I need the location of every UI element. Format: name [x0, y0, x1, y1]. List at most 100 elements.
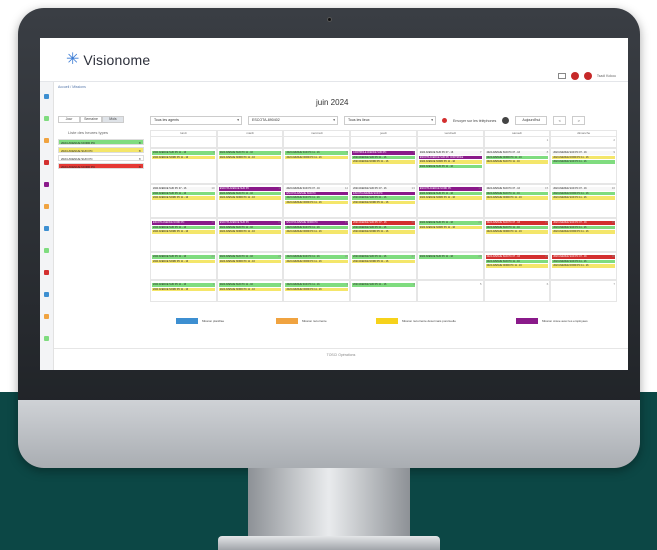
calendar-event[interactable]: 2024 AVENUE SUD PC 11 - 16	[285, 196, 349, 200]
calendar-day-cell[interactable]: 2 2024 AVENUE SUD PC 11 - 16 2024 AVENUE N…	[216, 280, 284, 302]
calendar-day-cell[interactable]: 3 2024 AVENUE SUD PC 11 - 16 2024 AVENUE N…	[283, 280, 351, 302]
calendar-event[interactable]: 2024 AVENUE SUD PC 07 - 16	[552, 187, 616, 191]
close-icon[interactable]: ✕	[138, 140, 141, 146]
calendar-day-cell[interactable]: 26 2024 AVENUE SUD PC 11 - 16 2024 AVENUE …	[283, 252, 351, 280]
calendar-event[interactable]: 2024 AVENUE SUD PC 07 - 16	[352, 187, 415, 191]
calendar-day-cell[interactable]: 25 2024 AVENUE SUD PC 11 - 16 2024 AVENUE …	[216, 252, 284, 280]
calendar-day-cell[interactable]: 17 ESCOTA AVENUE NORD PC 2024 AVENUE SUD P…	[150, 218, 217, 252]
logo[interactable]: ✳ Visionome	[66, 52, 150, 69]
calendar-day-cell[interactable]: 24 2024 AVENUE SUD PC 11 - 16 2024 AVENUE …	[150, 252, 217, 280]
close-icon[interactable]: ✕	[138, 156, 141, 162]
calendar-event[interactable]: 2024 AVENUE SUD PC 11 - 16	[218, 151, 282, 155]
calendar-day-cell[interactable]: 12 2024 AVENUE SUD PC 07 - 16 ESCOTA AVENU…	[283, 184, 351, 218]
calendar-day-cell[interactable]: 18 ESCOTA AVENUE SUD PC 2024 AVENUE SUD PC…	[216, 218, 284, 252]
rail-nav-icon[interactable]	[44, 226, 49, 231]
rail-nav-icon[interactable]	[44, 314, 49, 319]
calendar-event[interactable]: 2024 AVENUE SUD PC 11 - 16	[418, 164, 482, 169]
calendar-event[interactable]: ESCOTA AVENUE SUD PC	[352, 191, 415, 196]
view-week-button[interactable]: Semaine	[80, 116, 102, 123]
calendar-day-cell[interactable]: 13 2024 AVENUE SUD PC 07 - 16 ESCOTA AVENU…	[350, 184, 417, 218]
bell-icon[interactable]	[442, 118, 447, 123]
calendar-day-cell[interactable]: 21 2024 AVENUE SUD PC 11 - 16 2024 AVENUE …	[416, 218, 484, 252]
calendar-event[interactable]: 2024 AVENUE SUD PC 11 - 16	[552, 160, 616, 164]
user-name[interactable]: Tsadi Kokou	[597, 74, 616, 78]
calendar-event[interactable]: 2024 AVENUE SUD PC 11 - 16	[418, 255, 482, 259]
calendar-day-cell[interactable]: 27 2024 AVENUE SUD PC 11 - 16 2024 AVENUE …	[350, 252, 417, 280]
alert-icon[interactable]	[583, 72, 592, 80]
calendar-event[interactable]: 2024 AVENUE SUD PC 07 - 16	[552, 151, 616, 155]
calendar-event[interactable]: 2024 AVENUE NORD PC 11 - 16	[552, 230, 616, 234]
code-select[interactable]: ESCOTA-890402 ▾	[248, 116, 338, 125]
calendar-event[interactable]: 2024 AVENUE NORD PC 11 - 16	[218, 230, 282, 234]
calendar-event[interactable]: 2024 AVENUE SUD PC 07 - 16	[152, 187, 215, 191]
calendar-day-cell[interactable]: 10 2024 AVENUE SUD PC 07 - 16 2024 AVENUE …	[150, 184, 217, 218]
today-button[interactable]: Aujourd'hui	[515, 116, 548, 125]
calendar-day-cell[interactable]: 16 2024 AVENUE SUD PC 07 - 16 2024 AVENUE …	[550, 184, 618, 218]
calendar-event[interactable]: ESCOTA AVENUE SUD PC	[218, 221, 282, 225]
calendar-event[interactable]: 2024 AVENUE SUD PC 11 - 16	[352, 255, 415, 259]
calendar-event[interactable]: 2024 AVENUE NORD PC 11 - 16	[285, 200, 349, 205]
calendar-event[interactable]: ESCOTA AVENUE NORD PC	[152, 221, 215, 225]
rail-nav-icon[interactable]	[44, 116, 49, 121]
calendar-event[interactable]: 2024 AVENUE SUD PC 07 - 16	[552, 255, 616, 259]
calendar-day-cell[interactable]: 22 2024 AVENUE SUD PC 07 - 16 2024 AVENUE …	[483, 218, 551, 252]
calendar-event[interactable]: ESCOTA AVENUE NORD PC	[285, 221, 349, 225]
calendar-day-cell[interactable]: 1 2024 AVENUE SUD PC 11 - 16 2024 AVENUE N…	[150, 280, 217, 302]
calendar-day-cell[interactable]	[216, 136, 284, 148]
calendar-day-cell[interactable]: 8 2024 AVENUE SUD PC 07 - 16 2024 AVENUE N…	[483, 148, 551, 184]
calendar-event[interactable]: 2024 AVENUE SUD PC 11 - 16	[285, 255, 349, 259]
calendar-event[interactable]: ESCOTA AVENUE NORD PC	[418, 187, 482, 191]
rail-nav-icon[interactable]	[44, 248, 49, 253]
calendar-day-cell[interactable]: 7 2024 AVENUE SUD PC 07 - 16 ESCOTA AVENUE…	[416, 148, 484, 184]
calendar-event[interactable]: 2024 AVENUE SUD PC 11 - 16	[352, 225, 415, 230]
calendar-event[interactable]: 2024 AVENUE SUD PC 07 - 16	[552, 221, 616, 225]
calendar-event[interactable]: 2024 AVENUE NORD PC 11 - 16	[218, 196, 282, 200]
calendar-event[interactable]: 2024 AVENUE SUD PC 11 - 16	[152, 225, 215, 230]
calendar-event[interactable]: 2024 AVENUE SUD PC 11 - 16	[152, 283, 215, 287]
calendar-event[interactable]: ESCOTA AVENUE SUD PC	[218, 187, 282, 191]
calendar-event[interactable]: 2024 AVENUE SUD PC 07 - 16	[485, 187, 549, 191]
prev-month-button[interactable]: <	[553, 116, 567, 125]
calendar-event[interactable]: 2024 AVENUE SUD PC 11 - 16	[352, 155, 415, 160]
calendar-event[interactable]: 2024 AVENUE NORD PC 11 - 16	[352, 230, 415, 234]
calendar-event[interactable]: 2024 AVENUE SUD PC 11 - 16	[152, 255, 215, 259]
calendar-event[interactable]: 2024 AVENUE SUD PC 11 - 16	[218, 191, 282, 196]
calendar-day-cell[interactable]: 14 ESCOTA AVENUE NORD PC 2024 AVENUE SUD P…	[416, 184, 484, 218]
calendar-event[interactable]: 2024 AVENUE NORD PC 11 - 16	[418, 196, 482, 200]
calendar-day-cell[interactable]	[150, 136, 217, 148]
calendar-event[interactable]: 2024 AVENUE SUD PC 07 - 16	[485, 151, 549, 155]
next-month-button[interactable]: >	[572, 116, 586, 125]
close-icon[interactable]: ✕	[138, 164, 141, 170]
calendar-event[interactable]: 2024 AVENUE SUD PC 11 - 16	[485, 259, 549, 264]
calendar-day-cell[interactable]	[283, 136, 351, 148]
calendar-day-cell[interactable]: 7	[550, 280, 618, 302]
grid-icon[interactable]	[557, 73, 566, 79]
calendar-event[interactable]: 2024 AVENUE SUD PC 07 - 16	[485, 221, 549, 225]
calendar-day-cell[interactable]	[350, 136, 417, 148]
calendar-day-cell[interactable]: 3 2024 AVENUE SUD PC 11 - 16 2024 AVENUE N…	[150, 148, 217, 184]
calendar-event[interactable]: 2024 AVENUE SUD PC 11 - 16	[485, 191, 549, 196]
calendar-event[interactable]: 2024 AVENUE SUD PC 11 - 16	[218, 225, 282, 230]
calendar-day-cell[interactable]: 6	[483, 280, 551, 302]
calendar-event[interactable]: 2024 AVENUE SUD PC 11 - 16	[552, 196, 616, 200]
calendar-event[interactable]: 2024 AVENUE SUD PC 11 - 16	[485, 225, 549, 230]
calendar-event[interactable]: 2024 AVENUE NORD PC 11 - 16	[152, 155, 215, 160]
calendar-event[interactable]: 2024 AVENUE SUD PC 11 - 16	[152, 151, 215, 155]
rail-nav-icon[interactable]	[44, 160, 49, 165]
calendar-event[interactable]: CONTROLE AVENUE SUD PC	[352, 151, 415, 155]
calendar-event[interactable]: ESCOTA AVENUE SUD PC	[285, 191, 349, 196]
calendar-event[interactable]: 2024 AVENUE SUD PC 11 - 16	[352, 196, 415, 200]
legend-item[interactable]: 2024 AVENUE NORD PC ✕	[58, 163, 144, 169]
rail-nav-icon[interactable]	[44, 138, 49, 143]
calendar-day-cell[interactable]: 2	[550, 136, 618, 148]
calendar-event[interactable]: 2024 AVENUE NORD PC 11 - 16	[152, 259, 215, 264]
breadcrumb[interactable]: Accueil / Missions	[58, 85, 86, 89]
calendar-day-cell[interactable]: 11 ESCOTA AVENUE SUD PC 2024 AVENUE SUD PC…	[216, 184, 284, 218]
calendar-event[interactable]: 2024 AVENUE NORD PC 11 - 16	[552, 264, 616, 268]
rail-nav-icon[interactable]	[44, 94, 49, 99]
calendar-event[interactable]: 2024 AVENUE NORD PC 11 - 16	[285, 230, 349, 234]
calendar-event[interactable]: 2024 AVENUE NORD PC 11 - 16	[418, 225, 482, 230]
legend-item[interactable]: 2024 AVENUE SUD PC ✕	[58, 155, 144, 161]
calendar-event[interactable]: 2024 AVENUE SUD PC 11 - 16	[285, 151, 349, 155]
calendar-event[interactable]: 2024 AVENUE NORD PC 11 - 16	[418, 160, 482, 164]
